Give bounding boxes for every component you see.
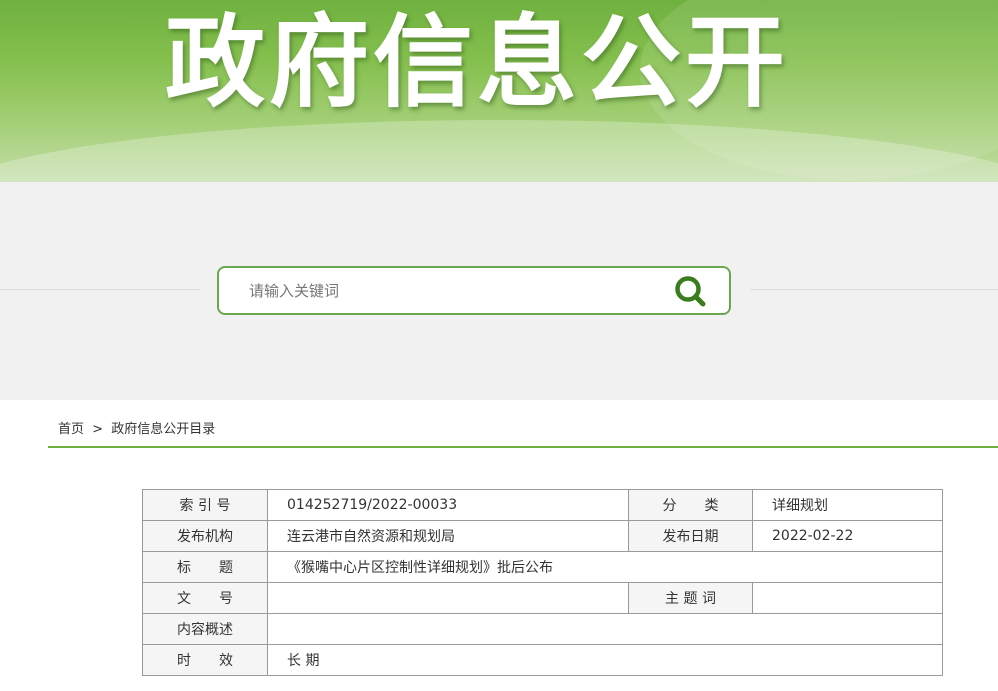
summary-value	[267, 613, 943, 645]
breadcrumb-rule	[48, 446, 998, 448]
table-row: 时 效 长 期	[142, 644, 943, 676]
date-label: 发布日期	[628, 520, 753, 552]
validity-value: 长 期	[267, 644, 943, 676]
breadcrumb-home-link[interactable]: 首页	[58, 422, 84, 437]
breadcrumb-separator: >	[92, 422, 104, 437]
divider-left	[0, 289, 200, 290]
title-value: 《猴嘴中心片区控制性详细规划》批后公布	[267, 551, 943, 583]
divider-right	[750, 289, 998, 290]
table-row: 发布机构 连云港市自然资源和规划局 发布日期 2022-02-22	[142, 520, 943, 552]
docno-value	[267, 582, 629, 614]
keywords-value	[752, 582, 943, 614]
table-row: 标 题 《猴嘴中心片区控制性详细规划》批后公布	[142, 551, 943, 583]
header-banner: 政府信息公开	[0, 0, 998, 182]
banner-title: 政府信息公开	[165, 4, 789, 121]
validity-label: 时 效	[142, 644, 268, 676]
summary-label: 内容概述	[142, 613, 268, 645]
search-button[interactable]	[671, 274, 711, 310]
docno-label: 文 号	[142, 582, 268, 614]
breadcrumb-current-link[interactable]: 政府信息公开目录	[111, 422, 215, 437]
category-value: 详细规划	[752, 489, 943, 521]
date-value: 2022-02-22	[752, 520, 943, 552]
search-section	[0, 182, 998, 400]
title-label: 标 题	[142, 551, 268, 583]
table-row: 内容概述	[142, 613, 943, 645]
breadcrumb: 首页 > 政府信息公开目录	[58, 418, 215, 437]
info-table: 索 引 号 014252719/2022-00033 分 类 详细规划 发布机构…	[142, 489, 943, 676]
keywords-label: 主 题 词	[628, 582, 753, 614]
category-label: 分 类	[628, 489, 753, 521]
index-value: 014252719/2022-00033	[267, 489, 629, 521]
table-row: 文 号 主 题 词	[142, 582, 943, 614]
search-icon	[675, 276, 706, 307]
publisher-value: 连云港市自然资源和规划局	[267, 520, 629, 552]
search-box	[217, 266, 731, 315]
search-input[interactable]	[249, 278, 649, 304]
index-label: 索 引 号	[142, 489, 268, 521]
publisher-label: 发布机构	[142, 520, 268, 552]
table-row: 索 引 号 014252719/2022-00033 分 类 详细规划	[142, 489, 943, 521]
